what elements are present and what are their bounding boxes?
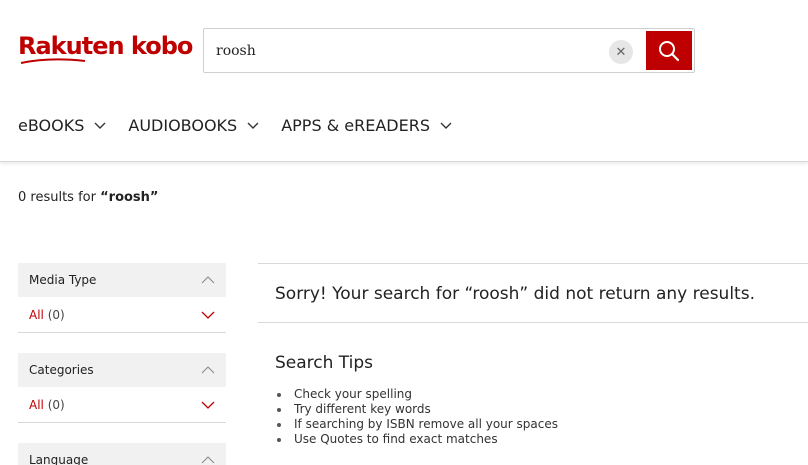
bullet-icon [277,422,281,427]
facet-option-all[interactable]: All (0) [18,297,226,333]
search-input[interactable] [216,39,596,63]
chevron-down-icon[interactable] [201,401,215,409]
clear-search-button[interactable]: ✕ [609,40,633,64]
list-item: Check your spelling [277,387,558,402]
tip-text: Use Quotes to find exact matches [294,432,498,446]
search-button[interactable] [646,31,692,70]
nav-apps-ereaders-label: APPS & eREADERS [281,116,430,135]
facet-title: Language [29,453,89,465]
results-count-prefix: 0 results for [18,190,101,205]
no-results-panel: Sorry! Your search for “roosh” did not r… [258,263,808,323]
search-tips-title: Search Tips [275,353,374,373]
nav-apps-ereaders[interactable]: APPS & eREADERS [281,116,452,135]
facet-media-type: Media Type All (0) [18,263,226,333]
main-nav: eBOOKS AUDIOBOOKS APPS & eREADERS [18,116,474,135]
search-box: ✕ [203,28,695,73]
facet-count: (0) [47,307,65,322]
chevron-up-icon [201,456,215,464]
facet-header[interactable]: Media Type [18,263,226,297]
facet-all-label: All [29,397,44,412]
chevron-down-icon[interactable] [201,311,215,319]
facet-language: Language [18,443,226,465]
tip-text: Try different key words [294,402,431,416]
list-item: Use Quotes to find exact matches [277,432,558,447]
search-icon [659,40,680,61]
nav-ebooks[interactable]: eBOOKS [18,116,106,135]
nav-audiobooks[interactable]: AUDIOBOOKS [128,116,259,135]
kobo-logo[interactable]: Rakuten kobo [18,32,193,60]
facet-title: Categories [29,363,94,377]
logo-swoosh-icon [20,58,86,64]
chevron-up-icon [201,276,215,284]
facet-title: Media Type [29,273,97,287]
site-header: Rakuten kobo ✕ eBOOKS AUDIOBOOKS [0,0,808,162]
close-icon: ✕ [615,44,627,60]
list-item: If searching by ISBN remove all your spa… [277,417,558,432]
facet-count: (0) [47,397,65,412]
tip-text: If searching by ISBN remove all your spa… [294,417,558,431]
bullet-icon [277,437,281,442]
nav-audiobooks-label: AUDIOBOOKS [128,116,238,135]
chevron-up-icon [201,366,215,374]
facet-header[interactable]: Language [18,443,226,465]
chevron-down-icon [440,122,452,129]
search-tips-list: Check your spelling Try different key wo… [277,387,558,447]
chevron-down-icon [94,122,106,129]
nav-ebooks-label: eBOOKS [18,116,85,135]
divider [258,322,808,323]
list-item: Try different key words [277,402,558,417]
bullet-icon [277,407,281,412]
facet-categories: Categories All (0) [18,353,226,423]
results-count: 0 results for “roosh” [18,190,158,205]
facet-header[interactable]: Categories [18,353,226,387]
tip-text: Check your spelling [294,387,413,401]
facet-option-all[interactable]: All (0) [18,387,226,423]
results-query: “roosh” [100,190,159,205]
chevron-down-icon [247,122,259,129]
facet-all-label: All [29,307,44,322]
no-results-message: Sorry! Your search for “roosh” did not r… [275,284,755,304]
bullet-icon [277,392,281,397]
